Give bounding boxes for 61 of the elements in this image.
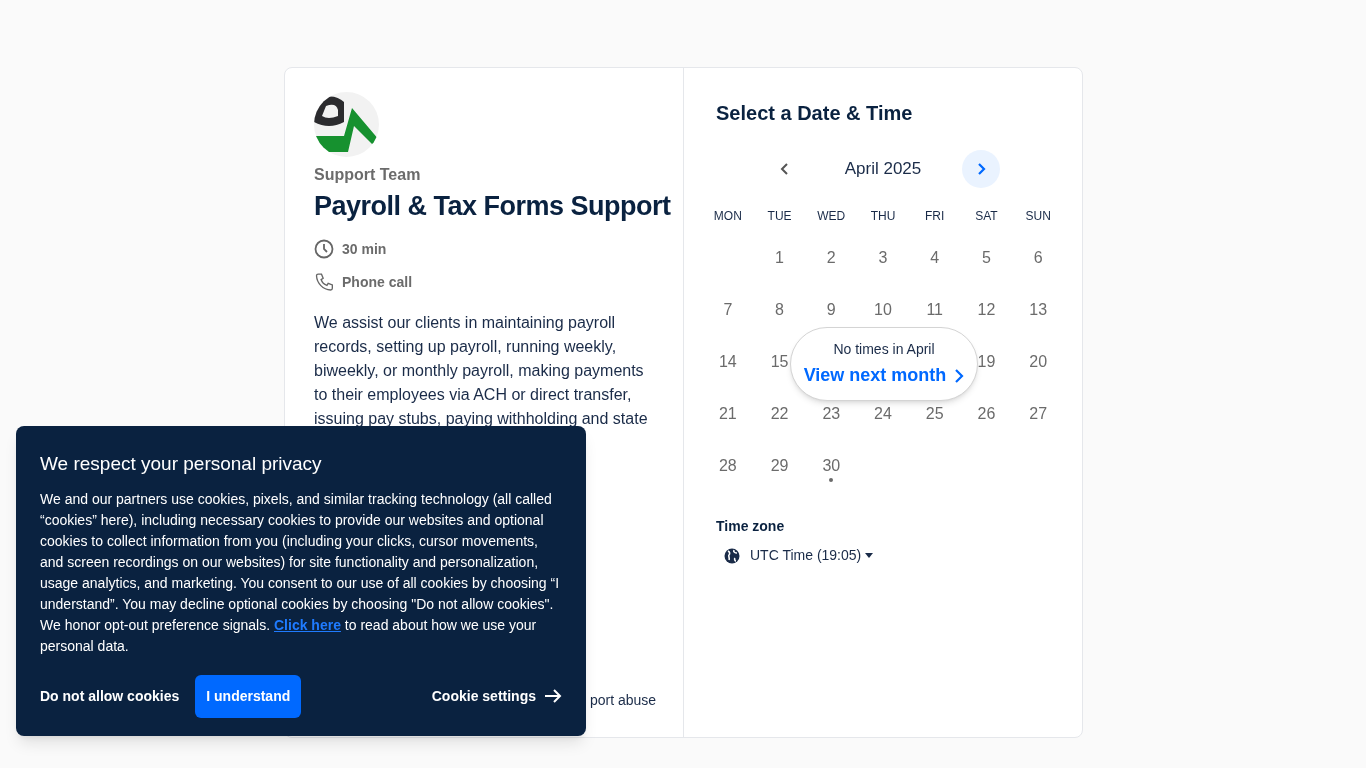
- calendar-day[interactable]: 20: [1029, 350, 1048, 374]
- decline-cookies-button[interactable]: Do not allow cookies: [40, 674, 180, 718]
- calendar-day[interactable]: 4: [930, 246, 940, 270]
- calendar-day[interactable]: 22: [770, 402, 789, 426]
- calendar-day[interactable]: 3: [878, 246, 888, 270]
- calendar-day[interactable]: 23: [822, 402, 841, 426]
- calendar-day[interactable]: 24: [874, 402, 892, 426]
- weekday-label: MON: [713, 208, 742, 225]
- view-next-month-link[interactable]: View next month: [803, 362, 965, 389]
- popup-message: No times in April: [833, 340, 935, 359]
- event-title: Payroll & Tax Forms Support: [314, 190, 671, 223]
- calendar-day[interactable]: 13: [1029, 298, 1048, 322]
- detail-text: Phone call: [342, 273, 413, 292]
- next-month-button[interactable]: [962, 150, 1000, 188]
- event-description: We assist our clients in maintaining payroll records, setting up payroll, running weekly, biweekly, or monthly payroll, making payments to their employees via ACH or direct transfer, issuing pay stubs, paying withholding and state: [314, 313, 649, 429]
- weekday-label: THU: [870, 208, 896, 225]
- calendar-day[interactable]: 26: [977, 402, 996, 426]
- report-abuse-link[interactable]: port abuse: [590, 690, 657, 711]
- calendar-day[interactable]: 27: [1029, 402, 1048, 426]
- calendar-day[interactable]: 9: [826, 298, 836, 322]
- detail-text: 30 min: [342, 240, 387, 259]
- organizer-name: Support Team: [314, 165, 422, 185]
- calendar-day[interactable]: 1: [775, 246, 784, 270]
- calendar-heading: Select a Date & Time: [715, 101, 914, 126]
- privacy-link[interactable]: Click here: [274, 616, 341, 633]
- clock-icon: [314, 239, 334, 260]
- banner-text: We and our partners use cookies, pixels, and similar tracking technology (all called “cookies” here), including necessary cookies to provide our websites and optional cookies to collect information from you (including your clicks, cursor movements, and screen recordings on our websites) for site functionality and personalization, usage analytics, and marketing. You consent to our use of all cookies by choosing “I understand”. You may decline optional cookies by choosing "Do not allow cookies". We honor opt-out preference signals. Click here to read about how we use your personal data.: [40, 489, 561, 656]
- calendar-day[interactable]: 29: [770, 454, 789, 478]
- calendar-day[interactable]: 2: [826, 246, 836, 270]
- chevron-left-icon: [779, 162, 791, 176]
- calendar-day[interactable]: 21: [718, 402, 737, 426]
- weekday-label: SAT: [975, 208, 998, 225]
- timezone-dropdown[interactable]: UTC Time (19:05): [724, 545, 874, 566]
- weekday-label: TUE: [767, 208, 792, 225]
- month-label: April 2025: [843, 158, 923, 181]
- calendar-day[interactable]: 12: [977, 298, 996, 322]
- calendar-day[interactable]: 15: [770, 350, 789, 374]
- calendar-day[interactable]: 25: [925, 402, 944, 426]
- calendar-day[interactable]: 6: [1033, 246, 1043, 270]
- weekday-label: WED: [817, 208, 846, 225]
- caret-icon: [865, 553, 874, 558]
- globe-icon: [724, 547, 740, 564]
- calendar-day[interactable]: 19: [977, 350, 996, 374]
- calendar-day[interactable]: 5: [981, 246, 991, 270]
- chevron-right-icon: [975, 162, 987, 176]
- timezone-label: Time zone: [715, 517, 786, 536]
- understand-button[interactable]: I understand: [195, 674, 302, 718]
- calendar-day[interactable]: 30: [822, 454, 841, 478]
- arrow-icon: [544, 688, 562, 704]
- banner-title: We respect your personal privacy: [40, 452, 323, 476]
- calendar-day[interactable]: 28: [718, 454, 737, 478]
- weekday-label: SUN: [1025, 208, 1051, 225]
- calendar-day[interactable]: 7: [723, 298, 733, 322]
- calendar-day[interactable]: 14: [718, 350, 737, 374]
- cookie-settings-button[interactable]: Cookie settings: [431, 674, 562, 718]
- weekday-label: FRI: [925, 208, 945, 225]
- calendar-day[interactable]: 10: [874, 298, 892, 322]
- phone-icon: [314, 272, 334, 293]
- chevron-icon: [954, 367, 965, 384]
- calendar-day[interactable]: 8: [775, 298, 784, 322]
- calendar-day[interactable]: 11: [926, 298, 943, 322]
